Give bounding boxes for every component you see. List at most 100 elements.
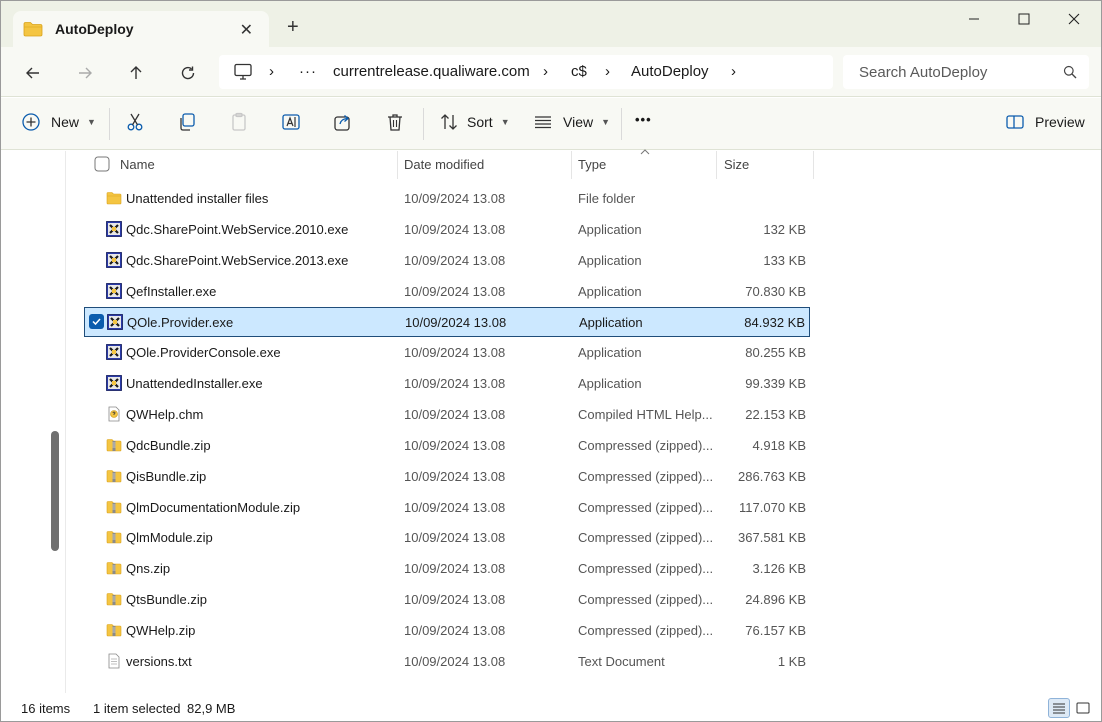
file-date-modified: 10/09/2024 13.08 bbox=[405, 315, 507, 331]
file-row[interactable]: versions.txt 10/09/2024 13.08 Text Documen… bbox=[84, 647, 810, 677]
paste-button[interactable] bbox=[229, 112, 249, 132]
file-name: Unattended installer files bbox=[126, 191, 269, 206]
plus-circle-icon bbox=[22, 113, 40, 131]
file-name: versions.txt bbox=[126, 653, 192, 669]
file-date-modified: 10/09/2024 13.08 bbox=[404, 221, 506, 237]
breadcrumb-server[interactable]: currentrelease.qualiware.com bbox=[333, 63, 530, 80]
application-icon bbox=[106, 282, 122, 299]
file-row[interactable]: Qdc.SharePoint.WebService.2013.exe 10/09/… bbox=[84, 246, 810, 276]
new-tab-icon[interactable]: + bbox=[287, 17, 299, 37]
row-checkbox[interactable] bbox=[89, 314, 104, 330]
column-divider[interactable] bbox=[813, 151, 814, 179]
zip-folder-icon bbox=[106, 591, 122, 607]
breadcrumb-overflow[interactable]: ··· bbox=[299, 63, 317, 80]
breadcrumb-chevron-icon[interactable]: › bbox=[543, 63, 548, 80]
file-row[interactable]: QOle.ProviderConsole.exe 10/09/2024 13.08… bbox=[84, 338, 810, 368]
toolbar-divider bbox=[109, 108, 110, 140]
file-size: 70.830 KB bbox=[745, 283, 806, 299]
minimize-icon[interactable] bbox=[951, 9, 997, 29]
share-icon bbox=[334, 115, 350, 131]
file-row[interactable]: QefInstaller.exe 10/09/2024 13.08 Applicat… bbox=[84, 277, 810, 307]
application-icon bbox=[106, 251, 122, 268]
file-date-modified: 10/09/2024 13.08 bbox=[404, 252, 506, 268]
file-row[interactable]: UnattendedInstaller.exe 10/09/2024 13.08 A… bbox=[84, 369, 810, 399]
file-type: Compressed (zipped)... bbox=[578, 468, 714, 484]
file-type: Application bbox=[578, 283, 642, 299]
chevron-down-icon: ▼ bbox=[601, 117, 611, 127]
share-button[interactable] bbox=[333, 112, 353, 132]
file-date-modified: 10/09/2024 13.08 bbox=[404, 283, 506, 299]
breadcrumb-current-folder[interactable]: AutoDeploy bbox=[631, 63, 709, 80]
file-row[interactable]: Unattended installer files 10/09/2024 13.… bbox=[84, 184, 810, 214]
sort-button[interactable]: Sort ▼ bbox=[439, 112, 510, 132]
file-name: QefInstaller.exe bbox=[126, 283, 217, 299]
preview-pane-icon bbox=[1006, 115, 1024, 129]
column-header-type[interactable]: Type bbox=[578, 157, 606, 172]
maximize-icon[interactable] bbox=[1001, 9, 1047, 29]
file-name: QWHelp.chm bbox=[126, 406, 204, 422]
application-icon bbox=[106, 220, 122, 237]
zip-folder-icon bbox=[106, 622, 122, 638]
breadcrumb-chevron-icon[interactable]: › bbox=[605, 63, 610, 80]
file-size: 24.896 KB bbox=[745, 592, 806, 608]
tab-autodeploy[interactable]: AutoDeploy ✕ bbox=[13, 11, 269, 47]
view-button[interactable]: View ▼ bbox=[533, 112, 610, 132]
breadcrumb-chevron-icon[interactable]: › bbox=[731, 63, 736, 80]
file-row[interactable]: Qdc.SharePoint.WebService.2010.exe 10/09/… bbox=[84, 215, 810, 245]
search-box[interactable]: Search AutoDeploy bbox=[843, 55, 1089, 89]
chevron-down-icon: ▼ bbox=[87, 117, 96, 127]
file-row[interactable]: QWHelp.chm 10/09/2024 13.08 Compiled HTML … bbox=[84, 400, 810, 430]
cut-button[interactable] bbox=[125, 112, 145, 132]
delete-button[interactable] bbox=[385, 112, 405, 132]
monitor-icon[interactable] bbox=[233, 63, 253, 85]
navigation-pane-scrollbar[interactable] bbox=[51, 431, 59, 551]
zip-folder-icon bbox=[106, 529, 122, 545]
new-button[interactable]: New ▼ bbox=[21, 112, 96, 132]
file-row[interactable]: Qns.zip 10/09/2024 13.08 Compressed (zippe… bbox=[84, 554, 810, 584]
search-input[interactable]: Search AutoDeploy bbox=[859, 64, 987, 81]
pane-divider[interactable] bbox=[65, 151, 66, 693]
copy-icon bbox=[180, 113, 195, 131]
file-size: 4.918 KB bbox=[752, 437, 807, 453]
file-size: 117.070 KB bbox=[739, 499, 806, 515]
folder-icon bbox=[23, 22, 43, 37]
file-row[interactable]: QlmDocumentationModule.zip 10/09/2024 13.… bbox=[84, 493, 810, 523]
preview-button[interactable]: Preview bbox=[1005, 112, 1085, 132]
file-row[interactable]: QWHelp.zip 10/09/2024 13.08 Compressed (zi… bbox=[84, 616, 810, 646]
forward-arrow-icon[interactable] bbox=[73, 61, 97, 85]
tiles-view-button[interactable] bbox=[1072, 698, 1094, 718]
more-options-button[interactable]: ••• bbox=[635, 112, 652, 127]
details-view-button[interactable] bbox=[1048, 698, 1070, 718]
back-arrow-icon[interactable] bbox=[21, 61, 45, 85]
file-row[interactable]: QlmModule.zip 10/09/2024 13.08 Compressed … bbox=[84, 523, 810, 553]
file-type: Compressed (zipped)... bbox=[578, 561, 714, 577]
file-name: QOle.ProviderConsole.exe bbox=[126, 345, 281, 361]
address-bar[interactable]: › ··· currentrelease.qualiware.com › c$ … bbox=[219, 55, 833, 89]
close-window-icon[interactable] bbox=[1051, 9, 1097, 29]
column-divider[interactable] bbox=[571, 151, 572, 179]
file-type: Text Document bbox=[578, 653, 665, 669]
sort-button-label: Sort bbox=[467, 114, 493, 130]
copy-button[interactable] bbox=[177, 112, 197, 132]
zip-folder-icon bbox=[106, 468, 122, 484]
up-arrow-icon[interactable] bbox=[124, 61, 148, 85]
text-document-icon bbox=[106, 653, 122, 669]
file-row-selected[interactable]: QOle.Provider.exe 10/09/2024 13.08 Applica… bbox=[84, 307, 810, 338]
refresh-icon[interactable] bbox=[176, 61, 200, 85]
close-tab-icon[interactable]: ✕ bbox=[240, 20, 253, 40]
file-row[interactable]: QisBundle.zip 10/09/2024 13.08 Compressed … bbox=[84, 462, 810, 492]
column-divider[interactable] bbox=[397, 151, 398, 179]
file-row[interactable]: QdcBundle.zip 10/09/2024 13.08 Compressed … bbox=[84, 431, 810, 461]
breadcrumb-share[interactable]: c$ bbox=[571, 63, 587, 80]
breadcrumb-chevron-icon[interactable]: › bbox=[269, 63, 274, 80]
file-type: Compressed (zipped)... bbox=[578, 530, 714, 546]
column-header-date[interactable]: Date modified bbox=[404, 157, 484, 172]
column-header-name[interactable]: Name bbox=[120, 157, 155, 172]
rename-button[interactable] bbox=[281, 112, 301, 132]
column-header-size[interactable]: Size bbox=[724, 157, 749, 172]
file-row[interactable]: QtsBundle.zip 10/09/2024 13.08 Compressed … bbox=[84, 585, 810, 615]
column-divider[interactable] bbox=[716, 151, 717, 179]
select-all-checkbox[interactable] bbox=[94, 156, 110, 172]
file-name: UnattendedInstaller.exe bbox=[126, 376, 263, 392]
file-date-modified: 10/09/2024 13.08 bbox=[404, 437, 506, 453]
